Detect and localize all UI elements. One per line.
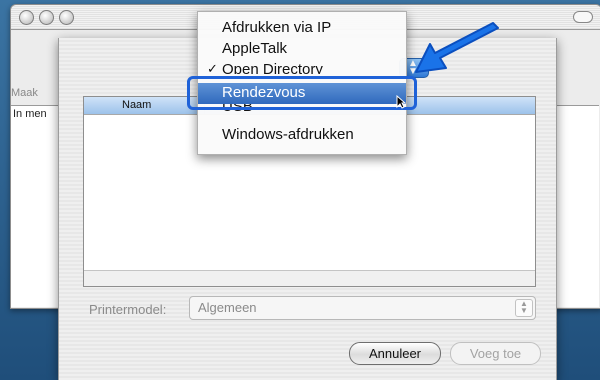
zoom-window-button[interactable] [59, 10, 74, 25]
toolbar-toggle-button[interactable] [573, 11, 593, 23]
selection-highlight-frame [187, 76, 417, 110]
printer-model-value: Algemeen [198, 300, 257, 315]
mouse-pointer-icon [396, 95, 406, 109]
menu-item-appletalk[interactable]: AppleTalk [198, 39, 406, 60]
add-button[interactable]: Voeg toe [450, 342, 541, 365]
callout-arrow-icon [415, 22, 499, 73]
minimize-window-button[interactable] [39, 10, 54, 25]
menu-item-open-directory[interactable]: ✓ Open Directory [198, 60, 406, 74]
menu-item-label: Afdrukken via IP [222, 19, 332, 36]
menu-item-ip-printing[interactable]: Afdrukken via IP [198, 18, 406, 39]
printer-model-select[interactable]: Algemeen ▲ ▼ [189, 296, 536, 320]
menu-item-label: AppleTalk [222, 40, 288, 57]
printer-list-column-in-menu[interactable]: In men [13, 108, 47, 120]
toolbar-make-default-label: Maak [11, 87, 38, 99]
column-name-header[interactable]: Naam [122, 99, 151, 111]
close-window-button[interactable] [19, 10, 34, 25]
select-stepper-icon: ▲ ▼ [515, 299, 533, 317]
menu-item-label: Windows-afdrukken [222, 126, 354, 143]
printer-model-label: Printermodel: [89, 302, 167, 317]
horizontal-scrollbar[interactable] [84, 270, 535, 286]
menu-item-windows-printing[interactable]: Windows-afdrukken [198, 125, 406, 146]
menu-item-label: Open Directory [222, 61, 323, 74]
checkmark-icon: ✓ [207, 61, 218, 74]
cancel-button[interactable]: Annuleer [349, 342, 441, 365]
